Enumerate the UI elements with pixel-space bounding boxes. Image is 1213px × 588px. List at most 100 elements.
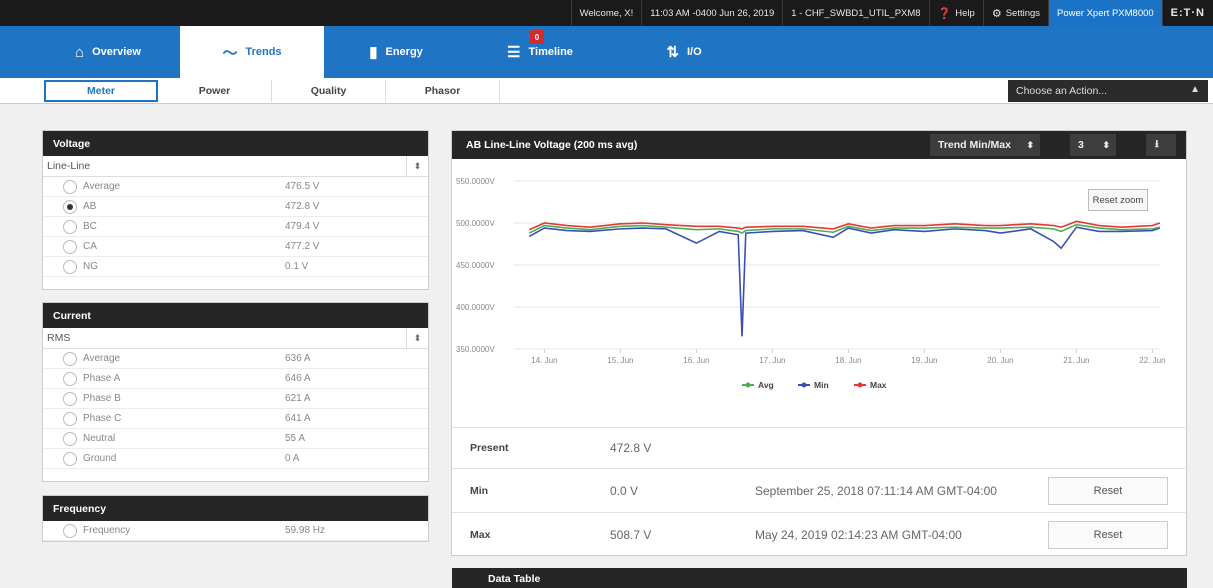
tab-energy[interactable]: ▮ Energy	[324, 26, 468, 78]
tab-io[interactable]: ⇅ I/O	[612, 26, 756, 78]
frequency-title: Frequency	[43, 496, 428, 521]
voltage-row[interactable]: NG 0.1 V	[43, 257, 428, 277]
voltage-row[interactable]: CA 477.2 V	[43, 237, 428, 257]
min-value: 0.0 V	[610, 483, 639, 498]
x-tick-label: 15. Jun	[607, 356, 633, 365]
max-row: Max 508.7 V May 24, 2019 02:14:23 AM GMT…	[452, 512, 1188, 556]
chart-header: AB Line-Line Voltage (200 ms avg) Trend …	[452, 131, 1186, 159]
count-value: 3	[1078, 139, 1084, 151]
current-label: Neutral	[83, 433, 116, 444]
voltage-panel: Voltage Line-Line ⬍ Average 476.5 V AB 472.8…	[42, 130, 429, 290]
current-value: 55 A	[285, 433, 306, 444]
voltage-label: BC	[83, 221, 97, 232]
radio-button[interactable]	[63, 239, 77, 254]
y-tick-label: 450.0000V	[456, 261, 495, 270]
voltage-row[interactable]: Average 476.5 V	[43, 177, 428, 197]
chart-area[interactable]: 550.0000V 500.0000V 450.0000V 400.0000V 350.…	[452, 159, 1186, 427]
series-line-min	[528, 226, 1161, 337]
settings-label: Settings	[1005, 7, 1041, 19]
frequency-panel: Frequency Frequency 59.98 Hz	[42, 495, 429, 542]
welcome-text: Welcome, X!	[570, 0, 642, 26]
x-tick-label: 22. Jun	[1139, 356, 1165, 365]
top-bar: Welcome, X! 11:03 AM -0400 Jun 26, 2019 …	[0, 0, 1213, 26]
radio-button[interactable]	[63, 179, 77, 194]
radio-button[interactable]	[63, 391, 77, 406]
current-panel: Current RMS ⬍ Average 636 A Phase A 646 A Pha…	[42, 302, 429, 482]
legend-label: Max	[870, 380, 887, 390]
present-label: Present	[470, 441, 509, 454]
tab-trends[interactable]: 〜 Trends	[180, 26, 324, 78]
current-row[interactable]: Phase C 641 A	[43, 409, 428, 429]
gear-icon: ⚙	[991, 7, 1002, 20]
y-tick-label: 400.0000V	[456, 303, 495, 312]
trend-mode-select[interactable]: Trend Min/Max ⬍	[930, 134, 1040, 156]
x-tick-label: 18. Jun	[835, 356, 861, 365]
data-table-header[interactable]: Data Table	[452, 568, 1187, 588]
voltage-row[interactable]: AB 472.8 V	[43, 197, 428, 217]
radio-button[interactable]	[63, 199, 77, 214]
present-row: Present 472.8 V	[452, 427, 1188, 467]
y-tick-label: 500.0000V	[456, 219, 495, 228]
device-name[interactable]: Power Xpert PXM8000	[1048, 0, 1162, 26]
x-tick-label: 14. Jun	[531, 356, 557, 365]
x-tick-label: 20. Jun	[987, 356, 1013, 365]
radio-button[interactable]	[63, 371, 77, 386]
voltage-row[interactable]: BC 479.4 V	[43, 217, 428, 237]
tab-timeline[interactable]: ☰ Timeline 0	[468, 26, 612, 78]
current-row[interactable]: Neutral 55 A	[43, 429, 428, 449]
min-reset-button[interactable]: Reset	[1048, 476, 1168, 505]
y-tick-label: 550.0000V	[456, 177, 495, 186]
voltage-label: NG	[83, 261, 98, 272]
max-label: Max	[470, 528, 491, 541]
trend-mode-value: Trend Min/Max	[938, 139, 1011, 151]
current-row[interactable]: Average 636 A	[43, 349, 428, 369]
datetime-text: 11:03 AM -0400 Jun 26, 2019	[641, 0, 782, 26]
radio-button[interactable]	[63, 219, 77, 234]
brand-logo: E:T·N	[1161, 0, 1213, 26]
reset-zoom-button[interactable]: Reset zoom	[1088, 189, 1148, 211]
x-tick-label: 16. Jun	[683, 356, 709, 365]
current-type-select[interactable]: RMS ⬍	[43, 328, 428, 349]
current-type-value: RMS	[47, 332, 71, 344]
current-value: 0 A	[285, 453, 300, 464]
radio-button[interactable]	[63, 451, 77, 466]
radio-button[interactable]	[63, 523, 77, 538]
tab-overview[interactable]: ⌂ Overview	[36, 26, 180, 78]
subtab-meter[interactable]: Meter	[44, 80, 158, 102]
voltage-label: CA	[83, 241, 97, 252]
current-row[interactable]: Phase A 646 A	[43, 369, 428, 389]
max-reset-button[interactable]: Reset	[1048, 520, 1168, 549]
current-row[interactable]: Phase B 621 A	[43, 389, 428, 409]
current-value: 636 A	[285, 353, 311, 364]
help-link[interactable]: ❓ Help	[928, 0, 983, 26]
current-label: Phase C	[83, 413, 122, 424]
tab-timeline-label: Timeline	[528, 46, 573, 58]
voltage-type-select[interactable]: Line-Line ⬍	[43, 156, 428, 177]
current-row[interactable]: Ground 0 A	[43, 449, 428, 469]
help-label: Help	[955, 7, 975, 19]
current-value: 621 A	[285, 393, 311, 404]
radio-button[interactable]	[63, 351, 77, 366]
radio-button[interactable]	[63, 411, 77, 426]
voltage-label: AB	[83, 201, 97, 212]
current-label: Average	[83, 353, 121, 364]
radio-button[interactable]	[63, 431, 77, 446]
subtab-power[interactable]: Power	[158, 80, 272, 102]
frequency-row[interactable]: Frequency 59.98 Hz	[43, 521, 428, 541]
select-arrows-icon: ▲	[1190, 84, 1200, 95]
voltage-value: 476.5 V	[285, 181, 320, 192]
radio-button[interactable]	[63, 259, 77, 274]
tab-trends-label: Trends	[245, 46, 282, 58]
download-button[interactable]: ⭳	[1146, 134, 1176, 156]
settings-link[interactable]: ⚙ Settings	[982, 0, 1048, 26]
home-icon: ⌂	[75, 43, 85, 61]
count-select[interactable]: 3 ⬍	[1070, 134, 1116, 156]
frequency-label: Frequency	[83, 525, 131, 536]
action-select[interactable]: Choose an Action... ▲	[1008, 80, 1208, 102]
voltage-title: Voltage	[43, 131, 428, 156]
select-arrows-icon: ⬍	[1102, 139, 1110, 150]
subtab-phasor[interactable]: Phasor	[386, 80, 500, 102]
select-arrows-icon: ⬍	[406, 156, 428, 176]
subtab-quality[interactable]: Quality	[272, 80, 386, 102]
meter-name[interactable]: 1 - CHF_SWBD1_UTIL_PXM8	[782, 0, 928, 26]
